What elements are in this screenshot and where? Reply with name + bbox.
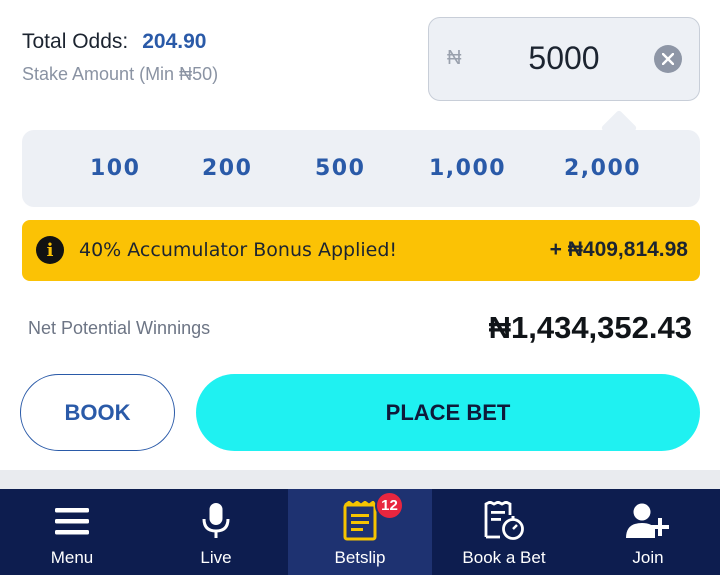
net-winnings-amount: ₦1,434,352.43	[488, 310, 692, 345]
hamburger-menu-icon	[49, 501, 95, 541]
nav-item-book-a-bet[interactable]: Book a Bet	[432, 489, 576, 575]
nav-item-live[interactable]: Live	[144, 489, 288, 575]
nav-label-book-a-bet: Book a Bet	[462, 548, 546, 567]
microphone-icon	[193, 501, 239, 541]
book-a-bet-icon	[481, 501, 527, 541]
bonus-amount: + ₦409,814.98	[549, 238, 688, 261]
nav-label-live: Live	[200, 548, 232, 567]
quick-stake-1000[interactable]: 1,000	[429, 156, 506, 181]
info-icon[interactable]: i	[36, 236, 64, 264]
quick-stake-100[interactable]: 100	[90, 156, 140, 181]
total-odds-value: 204.90	[142, 30, 207, 53]
bottom-navigation: Menu Live Betslip Book a Bet Join	[0, 489, 720, 575]
nav-label-join: Join	[632, 548, 664, 567]
bonus-text: 40% Accumulator Bonus Applied!	[79, 239, 397, 261]
book-button[interactable]: BOOK	[20, 374, 175, 451]
nav-item-join[interactable]: Join	[576, 489, 720, 575]
nav-item-menu[interactable]: Menu	[0, 489, 144, 575]
odds-summary: Total Odds: 204.90 Stake Amount (Min ₦50…	[22, 30, 218, 85]
betslip-count-badge: 12	[375, 491, 404, 520]
quick-stake-panel: 100 200 500 1,000 2,000	[22, 130, 700, 207]
stake-amount-label: Stake Amount (Min ₦50)	[22, 64, 219, 84]
quick-stake-500[interactable]: 500	[315, 156, 365, 181]
nav-item-betslip[interactable]: Betslip	[288, 489, 432, 575]
quick-stake-2000[interactable]: 2,000	[564, 156, 641, 181]
close-circle-icon[interactable]	[654, 45, 682, 73]
divider	[0, 470, 720, 489]
quick-stake-200[interactable]: 200	[202, 156, 252, 181]
stake-input[interactable]: ₦ 5000	[428, 17, 700, 101]
accumulator-bonus-banner: i 40% Accumulator Bonus Applied! + ₦409,…	[22, 220, 700, 281]
total-odds-label: Total Odds:	[22, 30, 129, 53]
nav-label-menu: Menu	[50, 548, 94, 567]
total-odds: Total Odds: 204.90	[22, 30, 218, 54]
add-user-icon	[625, 501, 671, 541]
nav-label-betslip: Betslip	[334, 548, 386, 567]
place-bet-button[interactable]: PLACE BET	[196, 374, 700, 451]
net-winnings-label: Net Potential Winnings	[28, 318, 211, 338]
